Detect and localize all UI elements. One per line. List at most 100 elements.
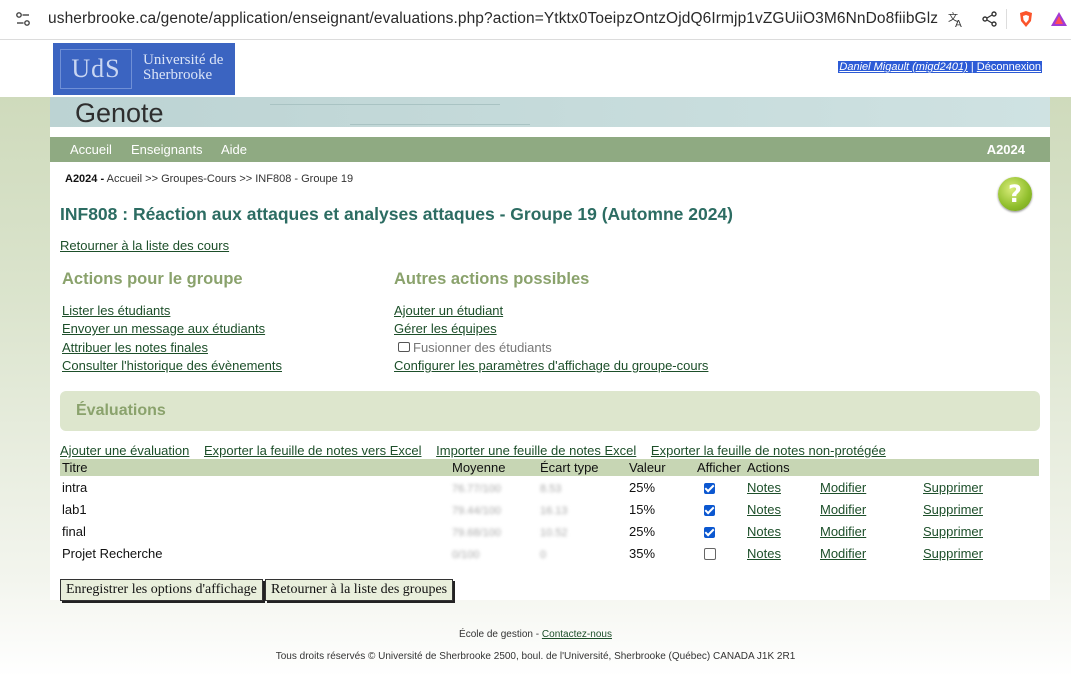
translate-icon[interactable]: 文 A	[947, 10, 965, 28]
brave-rewards-icon[interactable]	[1050, 10, 1068, 28]
show-checkbox[interactable]	[704, 482, 715, 494]
eval-mean: 76.77/100	[452, 482, 501, 495]
breadcrumb-groups[interactable]: Groupes-Cours	[161, 173, 236, 185]
modify-link[interactable]: Modifier	[820, 480, 866, 495]
other-actions-list: Ajouter un étudiant Gérer les équipes Fu…	[394, 303, 708, 376]
show-checkbox[interactable]	[704, 526, 715, 538]
footer-school: École de gestion	[459, 629, 533, 640]
course-title: INF808 : Réaction aux attaques et analys…	[60, 204, 733, 224]
table-row: lab1 79.44/100 16.13 15% Notes Modifier Suppri…	[60, 498, 1039, 520]
table-row: Projet Recherche 0/100 0 35% Notes Modifier Su…	[60, 542, 1039, 564]
footer-rights: Tous droits réservés © Université de She…	[275, 651, 796, 662]
merge-students-item: Fusionner des étudiants	[413, 339, 552, 355]
contact-link[interactable]: Contactez-nous	[542, 629, 612, 640]
delete-link[interactable]: Supprimer	[923, 546, 983, 561]
eval-mean: 79.44/100	[452, 504, 501, 517]
share-icon[interactable]	[981, 10, 999, 28]
col-show: Afficher	[695, 459, 745, 476]
final-grades-link[interactable]: Attribuer les notes finales	[62, 340, 208, 355]
col-stdev: Écart type	[538, 459, 627, 476]
comment-icon	[398, 342, 410, 353]
message-students-link[interactable]: Envoyer un message aux étudiants	[62, 321, 265, 336]
breadcrumb-home[interactable]: Accueil	[107, 173, 142, 185]
eval-mean: 79.68/100	[452, 526, 501, 539]
col-title: Titre	[60, 459, 450, 476]
page-container: Genote Accueil Enseignants Aide A2024 A2…	[50, 97, 1050, 601]
site-header: UdS Université de Sherbrooke Daniel Miga…	[0, 40, 1071, 97]
eval-weight: 35%	[629, 545, 656, 561]
configure-display-link[interactable]: Configurer les paramètres d'affichage du…	[394, 358, 708, 373]
group-actions-list: Lister les étudiants Envoyer un message …	[62, 303, 282, 376]
list-students-link[interactable]: Lister les étudiants	[62, 303, 170, 318]
notes-link[interactable]: Notes	[747, 502, 781, 517]
table-row: final 79.68/100 10.52 25% Notes Modifier Suppr…	[60, 520, 1039, 542]
delete-link[interactable]: Supprimer	[923, 502, 983, 517]
col-actions: Actions	[745, 459, 818, 476]
evaluation-links: Ajouter une évaluation Exporter la feuil…	[60, 443, 886, 458]
delete-link[interactable]: Supprimer	[923, 524, 983, 539]
nav-term: A2024	[986, 142, 1025, 157]
delete-link[interactable]: Supprimer	[923, 480, 983, 495]
notes-link[interactable]: Notes	[747, 546, 781, 561]
eval-stdev: 10.52	[540, 526, 568, 539]
save-display-options-button[interactable]: Enregistrer les options d'affichage	[60, 579, 263, 601]
user-box: Daniel Migault (migd2401) | Déconnexion	[838, 61, 1042, 73]
group-actions-heading: Actions pour le groupe	[62, 270, 243, 288]
col-mean: Moyenne	[450, 459, 538, 476]
eval-title: intra	[62, 479, 88, 495]
eval-title: lab1	[62, 501, 87, 517]
logo-acronym: UdS	[60, 49, 132, 89]
notes-link[interactable]: Notes	[747, 524, 781, 539]
nav-item-accueil[interactable]: Accueil	[70, 142, 112, 157]
table-row: intra 76.77/100 8.53 25% Notes Modifier Suppri…	[60, 476, 1039, 498]
footer-links: École de gestion - Contactez-nous	[459, 629, 612, 640]
user-name-link[interactable]: Daniel Migault (migd2401)	[839, 61, 967, 73]
import-excel-link[interactable]: Importer une feuille de notes Excel	[436, 443, 636, 458]
udes-logo[interactable]: UdS Université de Sherbrooke	[53, 43, 235, 95]
evaluations-section-header: Évaluations	[60, 391, 1040, 431]
url-field[interactable]: usherbrooke.ca/genote/application/enseig…	[48, 10, 938, 28]
modify-link[interactable]: Modifier	[820, 502, 866, 517]
app-title: Genote	[75, 98, 164, 128]
show-checkbox[interactable]	[704, 504, 715, 516]
breadcrumb-current: INF808 - Groupe 19	[255, 173, 354, 185]
eval-weight: 25%	[629, 479, 656, 495]
export-unprotected-link[interactable]: Exporter la feuille de notes non-protégé…	[651, 443, 886, 458]
col-weight: Valeur	[627, 459, 695, 476]
eval-stdev: 8.53	[540, 482, 562, 495]
evaluations-heading: Évaluations	[76, 402, 166, 419]
show-checkbox[interactable]	[704, 548, 716, 561]
eval-stdev: 16.13	[540, 504, 568, 517]
back-to-courses-link[interactable]: Retourner à la liste des cours	[60, 238, 229, 253]
table-header-row: Titre Moyenne Écart type Valeur Afficher…	[60, 459, 1039, 476]
logo-name: Université de Sherbrooke	[143, 52, 224, 83]
eval-stdev: 0	[540, 548, 547, 561]
app-banner: Genote	[50, 97, 1050, 128]
evaluations-table: Titre Moyenne Écart type Valeur Afficher…	[60, 459, 1039, 564]
modify-link[interactable]: Modifier	[820, 546, 866, 561]
site-settings-icon[interactable]	[15, 11, 31, 27]
event-history-link[interactable]: Consulter l'historique des évènements	[62, 358, 282, 373]
notes-link[interactable]: Notes	[747, 480, 781, 495]
browser-address-bar: usherbrooke.ca/genote/application/enseig…	[0, 0, 1071, 40]
add-student-link[interactable]: Ajouter un étudiant	[394, 303, 503, 318]
eval-title: Projet Recherche	[62, 545, 163, 561]
eval-title: final	[62, 523, 86, 539]
brave-shield-icon[interactable]	[1017, 10, 1035, 28]
main-nav: Accueil Enseignants Aide A2024	[50, 137, 1050, 162]
nav-item-enseignants[interactable]: Enseignants	[131, 142, 203, 157]
eval-weight: 15%	[629, 501, 656, 517]
eval-weight: 25%	[629, 523, 656, 539]
breadcrumb: A2024 - Accueil >> Groupes-Cours >> INF8…	[65, 173, 354, 185]
help-icon[interactable]: ?	[998, 177, 1032, 211]
export-excel-link[interactable]: Exporter la feuille de notes vers Excel	[204, 443, 422, 458]
svg-text:A: A	[955, 19, 962, 28]
nav-item-aide[interactable]: Aide	[221, 142, 247, 157]
manage-teams-link[interactable]: Gérer les équipes	[394, 321, 497, 336]
other-actions-heading: Autres actions possibles	[394, 270, 590, 288]
back-to-groups-button[interactable]: Retourner à la liste des groupes	[265, 579, 454, 601]
logout-link[interactable]: Déconnexion	[977, 61, 1041, 73]
eval-mean: 0/100	[452, 548, 480, 561]
add-evaluation-link[interactable]: Ajouter une évaluation	[60, 443, 189, 458]
modify-link[interactable]: Modifier	[820, 524, 866, 539]
